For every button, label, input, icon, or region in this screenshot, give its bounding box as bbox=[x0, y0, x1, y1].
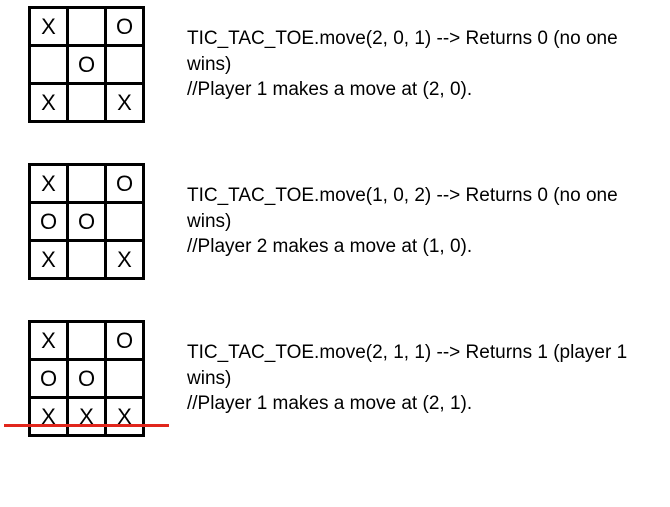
cell: O bbox=[106, 8, 144, 46]
cell bbox=[68, 241, 106, 279]
comment-line: //Player 1 makes a move at (2, 0). bbox=[187, 77, 647, 103]
win-line bbox=[4, 424, 169, 427]
cell bbox=[106, 360, 144, 398]
cell: O bbox=[106, 165, 144, 203]
code-line: TIC_TAC_TOE.move(2, 1, 1) --> Returns 1 … bbox=[187, 340, 647, 391]
tic-tac-toe-board: X O O O X X bbox=[28, 163, 145, 280]
diagram-step: X O O O X X X TIC_TAC_TOE.move(2, 1, 1) … bbox=[28, 320, 650, 437]
cell: X bbox=[106, 84, 144, 122]
cell: X bbox=[30, 165, 68, 203]
cell bbox=[68, 322, 106, 360]
tic-tac-toe-board: X O O X X bbox=[28, 6, 145, 123]
cell bbox=[30, 46, 68, 84]
cell bbox=[106, 203, 144, 241]
cell: O bbox=[68, 360, 106, 398]
cell: X bbox=[106, 241, 144, 279]
cell: X bbox=[30, 398, 68, 436]
step-description: TIC_TAC_TOE.move(2, 1, 1) --> Returns 1 … bbox=[187, 340, 647, 417]
cell: X bbox=[30, 8, 68, 46]
code-line: TIC_TAC_TOE.move(1, 0, 2) --> Returns 0 … bbox=[187, 183, 647, 234]
cell: O bbox=[68, 46, 106, 84]
step-description: TIC_TAC_TOE.move(2, 0, 1) --> Returns 0 … bbox=[187, 26, 647, 103]
cell: X bbox=[30, 241, 68, 279]
diagram-step: X O O X X TIC_TAC_TOE.move(2, 0, 1) --> … bbox=[28, 6, 650, 123]
diagram-step: X O O O X X TIC_TAC_TOE.move(1, 0, 2) --… bbox=[28, 163, 650, 280]
code-line: TIC_TAC_TOE.move(2, 0, 1) --> Returns 0 … bbox=[187, 26, 647, 77]
cell: X bbox=[106, 398, 144, 436]
comment-line: //Player 2 makes a move at (1, 0). bbox=[187, 234, 647, 260]
tic-tac-toe-board: X O O O X X X bbox=[28, 320, 145, 437]
step-description: TIC_TAC_TOE.move(1, 0, 2) --> Returns 0 … bbox=[187, 183, 647, 260]
cell: X bbox=[30, 322, 68, 360]
cell: O bbox=[106, 322, 144, 360]
cell: O bbox=[68, 203, 106, 241]
cell: X bbox=[68, 398, 106, 436]
board-wrap-0: X O O X X bbox=[28, 6, 145, 123]
cell: O bbox=[30, 203, 68, 241]
cell bbox=[68, 84, 106, 122]
cell: O bbox=[30, 360, 68, 398]
cell bbox=[106, 46, 144, 84]
cell bbox=[68, 165, 106, 203]
cell bbox=[68, 8, 106, 46]
board-wrap-2: X O O O X X X bbox=[28, 320, 145, 437]
comment-line: //Player 1 makes a move at (2, 1). bbox=[187, 391, 647, 417]
board-wrap-1: X O O O X X bbox=[28, 163, 145, 280]
cell: X bbox=[30, 84, 68, 122]
